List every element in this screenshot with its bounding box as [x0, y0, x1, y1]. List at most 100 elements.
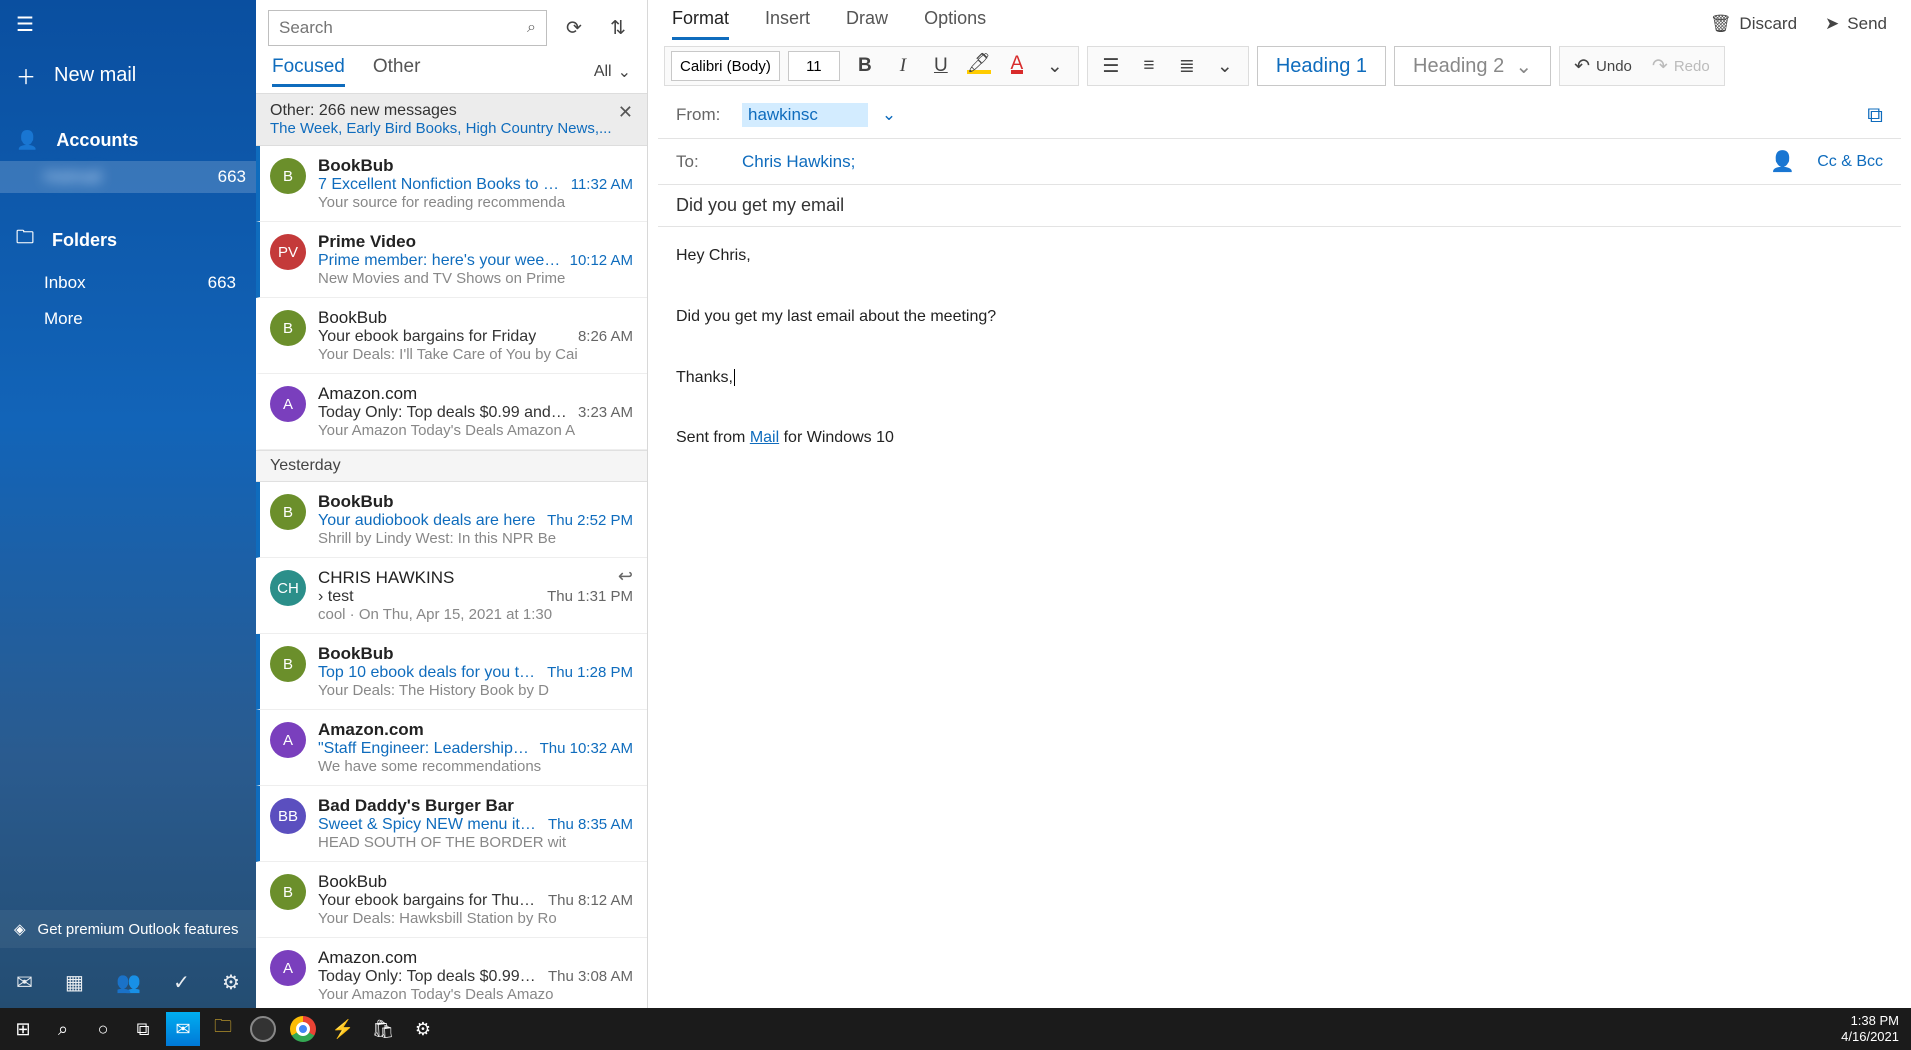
settings-icon[interactable]: ⚙	[222, 970, 240, 995]
message-subject: Sweet & Spicy NEW menu items a	[318, 816, 540, 834]
message-subject: Your audiobook deals are here	[318, 512, 535, 530]
message-row[interactable]: AAmazon.comToday Only: Top deals $0.99 a…	[256, 938, 647, 1008]
redo-button: ↷ Redo	[1644, 49, 1718, 83]
tab-options[interactable]: Options	[924, 8, 986, 40]
tab-format[interactable]: Format	[672, 8, 729, 40]
numbering-button[interactable]: ≡	[1132, 49, 1166, 83]
more-para-icon[interactable]: ⌄	[1208, 49, 1242, 83]
message-row[interactable]: CHCHRIS HAWKINS› testThu 1:31 PMcool · O…	[256, 558, 647, 634]
message-row[interactable]: AAmazon.com"Staff Engineer: Leadership..…	[256, 710, 647, 786]
folders-header[interactable]: 🗀 Folders	[0, 215, 256, 265]
hamburger-icon[interactable]: ☰	[0, 0, 256, 49]
to-value[interactable]: Chris Hawkins;	[742, 152, 855, 172]
close-icon[interactable]: ✕	[618, 102, 633, 123]
new-mail-label: New mail	[54, 64, 136, 87]
tab-draw[interactable]: Draw	[846, 8, 888, 40]
message-body[interactable]: Hey Chris, Did you get my last email abo…	[658, 227, 1901, 468]
filter-all[interactable]: All⌄	[594, 62, 631, 82]
message-preview: Your Deals: The History Book by D	[318, 682, 633, 699]
day-header: Yesterday	[256, 450, 647, 482]
cortana-icon[interactable]: ○	[86, 1012, 120, 1046]
search-taskbar-icon[interactable]: ⌕	[46, 1012, 80, 1046]
account-row[interactable]: Hotmail 663	[0, 161, 256, 193]
tab-other[interactable]: Other	[373, 56, 421, 87]
highlight-button[interactable]: 🖊	[962, 49, 996, 83]
avatar: B	[270, 874, 306, 910]
message-subject: 7 Excellent Nonfiction Books to Snag	[318, 176, 563, 194]
tab-focused[interactable]: Focused	[272, 56, 345, 87]
accounts-header[interactable]: 👤 Accounts	[0, 120, 256, 161]
mail-link[interactable]: Mail	[750, 429, 779, 446]
store-icon[interactable]: 🛍	[366, 1012, 400, 1046]
format-toolbar: Calibri (Body) 11 B I U 🖊 A ⌄ ☰ ≡ ≣ ⌄ He…	[658, 40, 1901, 92]
message-preview: HEAD SOUTH OF THE BORDER wit	[318, 834, 633, 851]
font-size-select[interactable]: 11	[788, 51, 840, 81]
message-row[interactable]: PVPrime VideoPrime member: here's your w…	[256, 222, 647, 298]
sync-icon[interactable]: ⟳	[557, 11, 591, 45]
message-sender: CHRIS HAWKINS	[318, 568, 633, 588]
message-row[interactable]: BBookBub7 Excellent Nonfiction Books to …	[256, 146, 647, 222]
message-preview: We have some recommendations	[318, 758, 633, 775]
settings-taskbar-icon[interactable]: ⚙	[406, 1012, 440, 1046]
send-button[interactable]: ➤Send	[1825, 14, 1887, 34]
search-input[interactable]	[279, 18, 439, 38]
calendar-icon[interactable]: ▦	[65, 970, 84, 995]
discard-button[interactable]: 🗑Discard	[1710, 14, 1797, 34]
subject-field[interactable]: Did you get my email	[658, 185, 1901, 227]
tab-insert[interactable]: Insert	[765, 8, 810, 40]
people-icon[interactable]: 👥	[116, 970, 141, 995]
folder-more[interactable]: More	[0, 301, 256, 337]
other-banner-detail: The Week, Early Bird Books, High Country…	[270, 120, 633, 137]
search-box[interactable]: ⌕	[268, 10, 547, 46]
more-font-icon[interactable]: ⌄	[1038, 49, 1072, 83]
chevron-down-icon[interactable]: ⌄	[882, 105, 896, 125]
message-time: Thu 2:52 PM	[547, 512, 633, 530]
undo-button[interactable]: ↶ Undo	[1566, 49, 1640, 83]
underline-button[interactable]: U	[924, 49, 958, 83]
message-time: Thu 10:32 AM	[540, 740, 633, 758]
font-family-select[interactable]: Calibri (Body)	[671, 51, 780, 81]
folder-inbox[interactable]: Inbox 663	[0, 265, 256, 301]
new-mail-button[interactable]: ＋ New mail	[0, 49, 256, 102]
font-color-button[interactable]: A	[1000, 49, 1034, 83]
italic-button[interactable]: I	[886, 49, 920, 83]
app-icon[interactable]: ⚡	[326, 1012, 360, 1046]
account-name: Hotmail	[44, 167, 102, 187]
popout-icon[interactable]: ⧉	[1867, 102, 1883, 128]
nav-bottom-bar: ✉ ▦ 👥 ✓ ⚙	[0, 956, 256, 1008]
task-view-icon[interactable]: ⧉	[126, 1012, 160, 1046]
file-explorer-icon[interactable]: 🗀	[206, 1012, 240, 1046]
contacts-icon[interactable]: 👤	[1770, 149, 1795, 174]
left-nav: ☰ ＋ New mail 👤 Accounts Hotmail 663 🗀 Fo…	[0, 0, 256, 1008]
message-row[interactable]: BBookBubYour ebook bargains for Friday8:…	[256, 298, 647, 374]
person-icon: 👤	[16, 130, 38, 151]
message-row[interactable]: BBookBubTop 10 ebook deals for you this …	[256, 634, 647, 710]
style-heading2[interactable]: Heading 2 ⌄	[1394, 46, 1551, 86]
dell-icon[interactable]	[246, 1012, 280, 1046]
message-row[interactable]: AAmazon.comToday Only: Top deals $0.99 a…	[256, 374, 647, 450]
clock-time: 1:38 PM	[1851, 1013, 1899, 1029]
todo-icon[interactable]: ✓	[173, 970, 190, 995]
other-banner[interactable]: Other: 266 new messages The Week, Early …	[256, 93, 647, 146]
message-time: 8:26 AM	[578, 328, 633, 346]
message-row[interactable]: BBookBubYour audiobook deals are hereThu…	[256, 482, 647, 558]
chrome-icon[interactable]	[286, 1012, 320, 1046]
align-button[interactable]: ≣	[1170, 49, 1204, 83]
message-preview: Shrill by Lindy West: In this NPR Be	[318, 530, 633, 547]
premium-banner[interactable]: ◈ Get premium Outlook features	[0, 910, 256, 948]
ccbcc-button[interactable]: Cc & Bcc	[1817, 153, 1883, 171]
message-row[interactable]: BBBad Daddy's Burger BarSweet & Spicy NE…	[256, 786, 647, 862]
mail-icon[interactable]: ✉	[16, 970, 33, 995]
filter-icon[interactable]: ⇅	[601, 11, 635, 45]
from-value[interactable]: hawkinsc	[742, 103, 868, 127]
mail-app-icon[interactable]: ✉	[166, 1012, 200, 1046]
bullets-button[interactable]: ☰	[1094, 49, 1128, 83]
start-button[interactable]: ⊞	[6, 1012, 40, 1046]
search-icon[interactable]: ⌕	[527, 19, 536, 37]
bold-button[interactable]: B	[848, 49, 882, 83]
system-tray-clock[interactable]: 1:38 PM 4/16/2021	[1841, 1013, 1905, 1044]
other-banner-title: Other: 266 new messages	[270, 102, 633, 120]
body-line: Hey Chris,	[676, 241, 1883, 271]
style-heading1[interactable]: Heading 1	[1257, 46, 1386, 86]
message-row[interactable]: BBookBubYour ebook bargains for Thursday…	[256, 862, 647, 938]
